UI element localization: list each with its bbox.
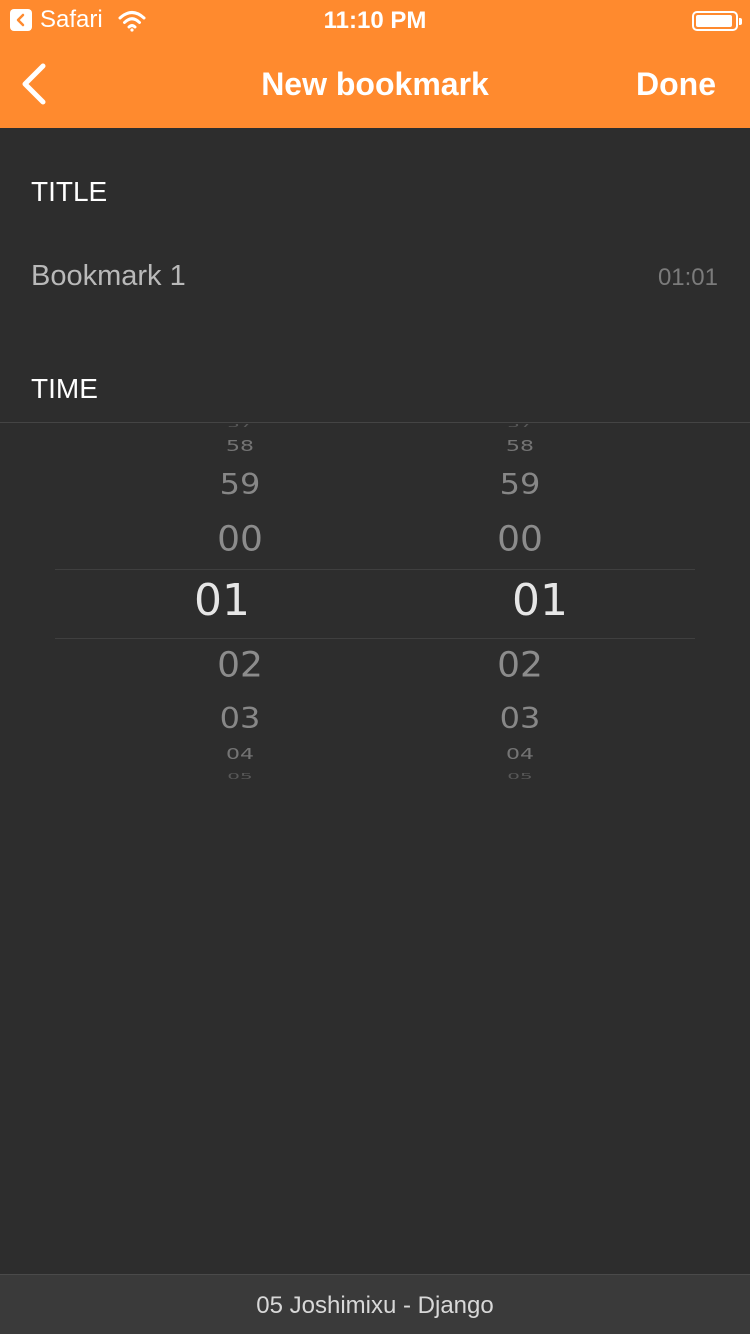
header: Safari 11:10 PM New bookmark Done — [0, 0, 750, 128]
picker-value[interactable]: 02 — [420, 648, 620, 684]
picker-value[interactable]: 03 — [140, 704, 340, 733]
title-section-label: TITLE — [31, 176, 108, 207]
picker-value[interactable]: 00 — [420, 522, 620, 558]
picker-value[interactable]: 03 — [420, 704, 620, 733]
mini-player[interactable]: 05 Joshimixu - Django — [0, 1274, 750, 1334]
nav-bar: New bookmark Done — [0, 40, 750, 128]
picker-value[interactable]: 02 — [140, 648, 340, 684]
picker-value[interactable]: 59 — [420, 470, 620, 499]
time-section-label: TIME — [31, 373, 98, 404]
picker-value[interactable]: 57 — [140, 424, 340, 428]
title-row: 01:01 — [0, 236, 750, 316]
bookmark-time-readout: 01:01 — [657, 264, 718, 291]
picker-value[interactable]: 04 — [140, 747, 340, 762]
seconds-column[interactable]: 57 58 59 00 01 02 03 04 05 — [420, 424, 620, 780]
picker-value[interactable]: 04 — [420, 747, 620, 762]
picker-value[interactable]: 01 — [122, 579, 322, 623]
picker-value[interactable]: 58 — [420, 439, 620, 454]
picker-value[interactable]: 57 — [420, 424, 620, 428]
picker-value[interactable]: 05 — [140, 772, 340, 780]
done-button[interactable]: Done — [636, 66, 716, 103]
picker-value[interactable]: 00 — [140, 522, 340, 558]
status-time: 11:10 PM — [323, 7, 427, 34]
picker-value[interactable]: 58 — [140, 439, 340, 454]
picker-value[interactable]: 59 — [140, 470, 340, 499]
picker-value[interactable]: 05 — [420, 772, 620, 780]
time-picker[interactable]: 57 58 59 00 01 02 03 04 05 57 58 59 00 01 02 03 04 05 — [0, 424, 750, 780]
minutes-column[interactable]: 57 58 59 00 01 02 03 04 05 — [140, 424, 340, 780]
divider — [0, 422, 750, 423]
battery-icon — [692, 11, 742, 31]
title-input[interactable] — [31, 256, 591, 296]
status-bar: Safari 11:10 PM — [0, 0, 750, 40]
now-playing-title[interactable]: 05 Joshimixu - Django — [0, 1292, 750, 1320]
screen: Safari 11:10 PM New bookmark Done TITLE … — [0, 0, 750, 1334]
picker-value[interactable]: 01 — [440, 579, 640, 623]
